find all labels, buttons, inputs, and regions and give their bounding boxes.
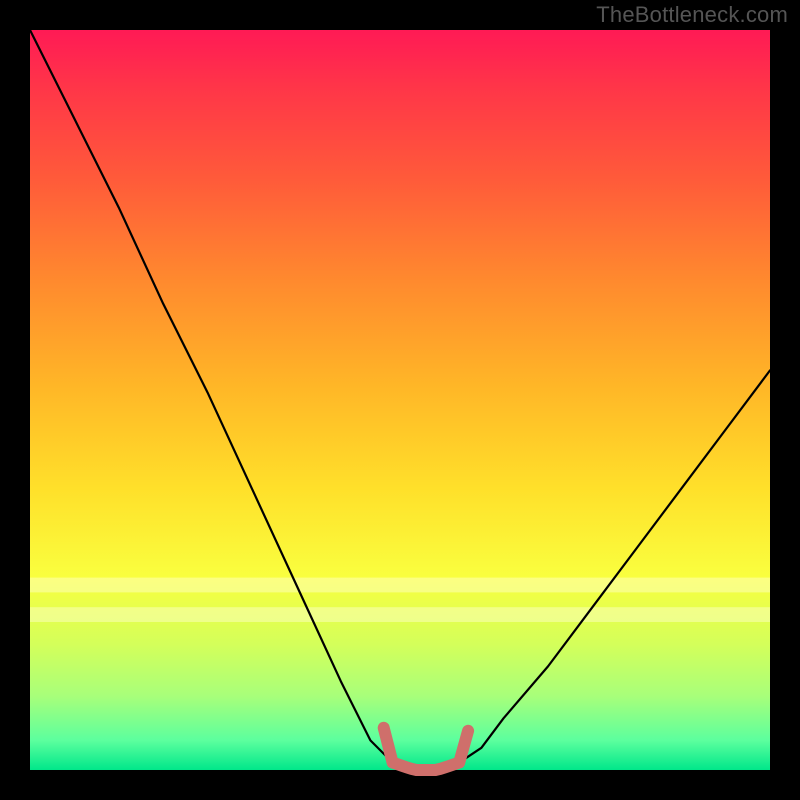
plot-area xyxy=(30,30,770,770)
bottleneck-curve-svg xyxy=(30,30,770,770)
highlight-band xyxy=(30,607,770,622)
watermark-text: TheBottleneck.com xyxy=(596,2,788,28)
bottleneck-curve xyxy=(30,30,770,770)
optimal-range-marker xyxy=(384,728,468,770)
chart-frame: TheBottleneck.com xyxy=(0,0,800,800)
highlight-band xyxy=(30,578,770,593)
